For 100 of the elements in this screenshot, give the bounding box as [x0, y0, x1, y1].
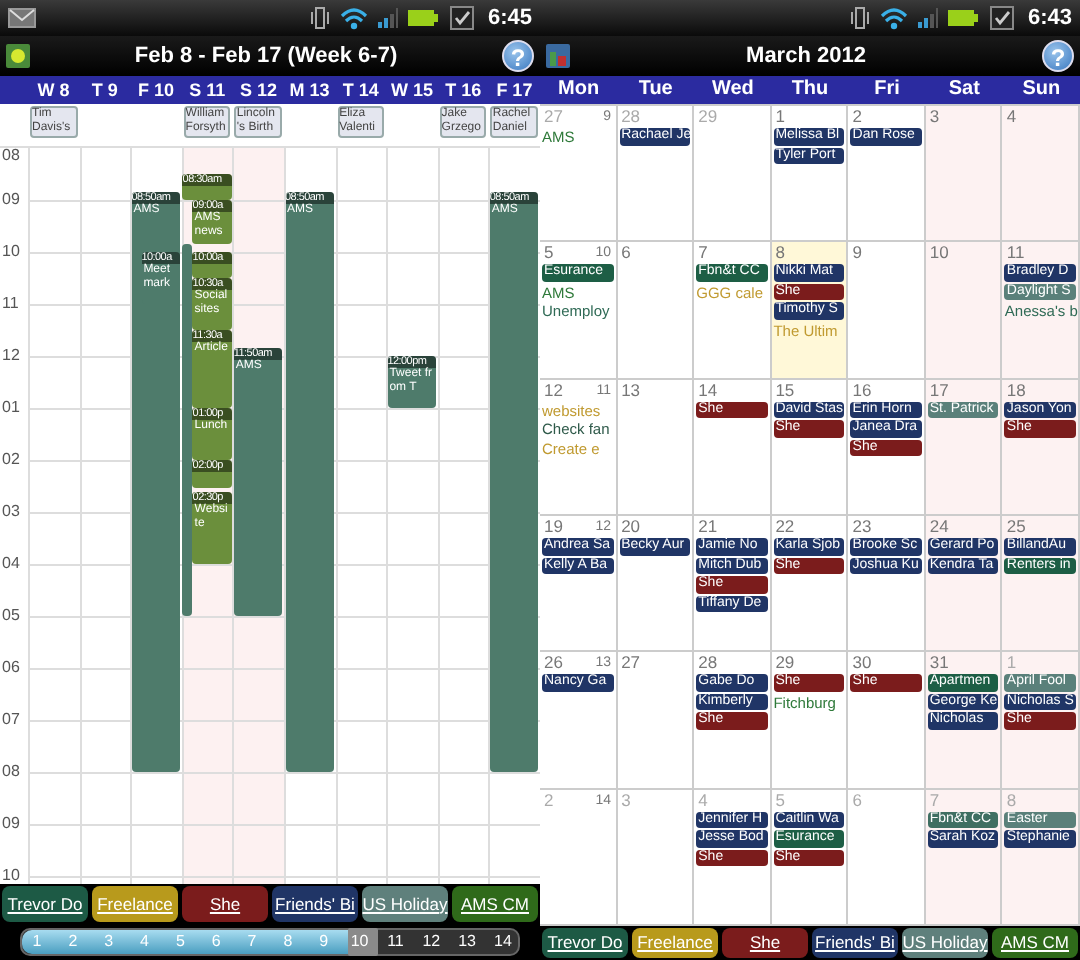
checkbox-icon	[449, 6, 474, 30]
signal-icon	[377, 8, 398, 28]
day-number: 8	[1006, 789, 1017, 812]
calendar-legend-chip[interactable]: US Holiday	[902, 928, 988, 958]
day-number: 14	[698, 379, 718, 402]
weekday-label: Tue	[636, 76, 675, 104]
weekday-label: Sun	[1020, 76, 1063, 104]
hour-label: 01	[2, 400, 20, 416]
calendar-legend-chip[interactable]: US Holiday	[362, 886, 448, 922]
day-number: 31	[929, 652, 949, 674]
day-number: 22	[775, 516, 795, 538]
day-label: W 15	[388, 78, 435, 104]
day-number: 6	[852, 789, 863, 812]
day-number: 29	[698, 106, 718, 128]
day-number: 7	[698, 242, 708, 264]
day-number: 12	[544, 379, 563, 402]
tick-label: 12	[422, 934, 441, 950]
day-cell[interactable]: 13	[617, 379, 695, 516]
calendar-legend-chip[interactable]: Friends' Bi	[272, 886, 358, 922]
calendar-legend-chip[interactable]: She	[722, 928, 808, 958]
tick-label: 11	[386, 934, 405, 950]
day-label: W 8	[35, 78, 72, 104]
day-cell[interactable]: 9	[848, 242, 926, 380]
day-number: 17	[929, 379, 949, 402]
hour-label: 06	[2, 660, 20, 676]
day-number: 27	[544, 106, 563, 128]
calendar-legend-chip[interactable]: Trevor Do	[2, 886, 88, 922]
day-cell[interactable]: 3	[925, 106, 1003, 243]
hour-label: 10	[2, 868, 20, 884]
day-label: T 14	[340, 78, 381, 104]
day-label: M 13	[287, 78, 332, 104]
calendar-legend-chip[interactable]: Friends' Bi	[812, 928, 898, 958]
hour-label: 12	[2, 348, 20, 364]
day-number: 7	[929, 789, 940, 811]
calendar-legend-chip[interactable]: AMS CM	[452, 886, 538, 922]
wifi-icon	[339, 7, 368, 29]
day-number: 3	[621, 789, 631, 812]
hour-label: 05	[2, 608, 20, 624]
vibrate-icon	[309, 6, 330, 30]
weekday-label: Sat	[946, 76, 982, 104]
slider-thumb[interactable]	[347, 928, 378, 956]
day-cell[interactable]: 6	[617, 242, 695, 380]
weekday-label: Mon	[556, 76, 602, 104]
checkbox-icon	[989, 6, 1014, 30]
day-number: 10	[929, 242, 949, 265]
day-number: 8	[775, 242, 785, 263]
day-label: S 12	[237, 78, 279, 104]
calendar-legend-chip[interactable]: Trevor Do	[542, 928, 628, 958]
day-number: 11	[1006, 242, 1025, 263]
day-cell[interactable]: 27	[617, 652, 695, 790]
tick-label: 6	[209, 934, 223, 950]
day-number: 2	[852, 106, 863, 128]
tick-label: 9	[317, 934, 331, 950]
tick-label: 5	[173, 934, 187, 950]
slider-track[interactable]: 1 2 3 4 5 6 7 8 9 10 11 12 13 14	[20, 928, 520, 956]
tick-label: 10	[350, 934, 369, 950]
tick-label: 13	[458, 934, 477, 950]
day-number: 5	[544, 242, 554, 264]
day-cell[interactable]: 10	[925, 242, 1003, 380]
weekday-label: Fri	[872, 76, 902, 104]
day-number: 27	[621, 652, 641, 675]
vibrate-icon	[849, 6, 870, 30]
day-label: F 17	[494, 78, 535, 104]
day-number: 28	[698, 652, 718, 674]
day-number: 21	[698, 516, 718, 538]
app-icon	[6, 44, 30, 68]
day-number: 24	[929, 516, 949, 537]
day-number: 29	[775, 652, 795, 674]
calendar-legend-chip[interactable]: AMS CM	[992, 928, 1078, 958]
wifi-icon	[879, 7, 908, 29]
day-cell[interactable]: 4	[1002, 106, 1080, 243]
tick-label: 7	[245, 934, 259, 950]
clock-time: 6:43	[1027, 3, 1072, 34]
day-number: 15	[775, 379, 795, 402]
day-number: 26	[544, 652, 563, 674]
day-number: 13	[621, 379, 641, 402]
day-number: 5	[775, 789, 785, 812]
day-label: T 16	[443, 78, 484, 104]
app-icon	[546, 44, 570, 68]
calendar-legend-chip[interactable]: She	[182, 886, 268, 922]
weekday-label: Thu	[789, 76, 831, 104]
hour-label: 02	[2, 452, 20, 468]
day-number: 6	[621, 242, 631, 265]
hour-label: 03	[2, 504, 20, 520]
event-block[interactable]	[182, 243, 193, 616]
battery-icon	[947, 8, 980, 28]
tick-label: 8	[281, 934, 295, 950]
day-number: 1	[1006, 652, 1017, 673]
hour-label: 04	[2, 556, 20, 572]
day-number: 2	[544, 789, 554, 812]
day-number: 23	[852, 516, 872, 538]
day-label: F 10	[135, 78, 176, 104]
day-number: 28	[621, 106, 641, 128]
day-number: 19	[544, 516, 563, 538]
hour-label: 08	[2, 764, 20, 780]
tick-label: 4	[138, 934, 151, 950]
weekday-label: Wed	[709, 76, 756, 104]
day-number: 1	[775, 106, 785, 128]
hour-label: 09	[2, 816, 20, 832]
clock-time: 6:45	[487, 3, 532, 34]
